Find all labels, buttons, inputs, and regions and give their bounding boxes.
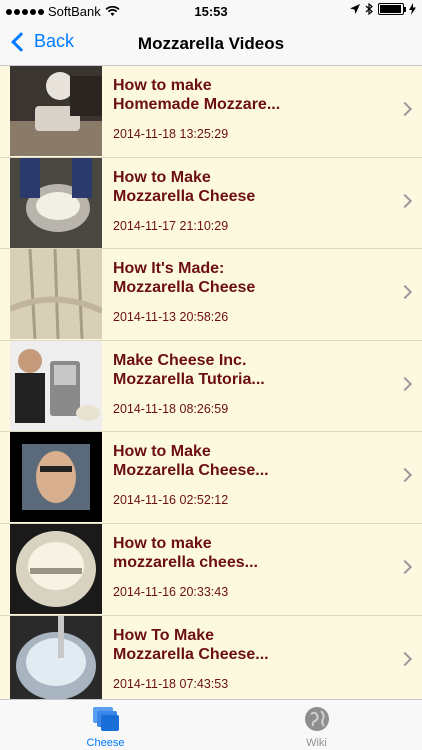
video-title: How To Make Mozzarella Cheese... [113, 626, 269, 663]
status-indicators [350, 3, 416, 15]
video-thumbnail [10, 615, 102, 699]
video-row[interactable]: How To Make Mozzarella Cheese... 2014-11… [0, 615, 422, 699]
video-thumbnail [10, 157, 102, 248]
page-title: Mozzarella Videos [137, 34, 285, 53]
video-title: How to Make Mozzarella Cheese... [113, 443, 269, 480]
video-date: 2014-11-18 08:26:59 [113, 401, 229, 416]
cheese-stack-icon [92, 707, 119, 731]
video-row[interactable]: How to Make Mozzarella Cheese... 2014-11… [0, 432, 422, 524]
tab-wiki-label: Wiki [306, 737, 327, 749]
video-row[interactable]: How to make mozzarella chees... 2014-11-… [0, 523, 422, 616]
globe-icon [304, 707, 329, 731]
video-title: Make Cheese Inc. Mozzarella Tutoria... [113, 351, 265, 388]
video-row[interactable]: How to Make Mozzarella Cheese 2014-11-17… [0, 157, 422, 250]
video-date: 2014-11-16 02:52:12 [113, 493, 229, 508]
video-date: 2014-11-13 20:58:26 [113, 310, 229, 325]
video-row[interactable]: Make Cheese Inc. Mozzarella Tutoria... 2… [0, 340, 422, 433]
video-row[interactable]: How to make Homemade Mozzare... 2014-11-… [0, 66, 422, 158]
tab-cheese[interactable]: Cheese [0, 700, 211, 750]
navigation-bar: Back Mozzarella Videos [0, 22, 422, 66]
location-arrow-icon [350, 4, 360, 14]
video-date: 2014-11-16 20:33:43 [113, 584, 229, 599]
video-title: How to Make Mozzarella Cheese [113, 168, 256, 205]
video-title: How to make mozzarella chees... [113, 534, 258, 571]
tab-bar: Cheese Wiki [0, 699, 422, 750]
video-title: How It's Made: Mozzarella Cheese [113, 260, 256, 297]
video-date: 2014-11-18 07:43:53 [113, 676, 229, 691]
video-title: How to make Homemade Mozzare... [113, 77, 281, 113]
battery-icon [378, 3, 406, 15]
video-date: 2014-11-17 21:10:29 [113, 218, 229, 233]
video-row[interactable]: How It's Made: Mozzarella Cheese 2014-11… [0, 249, 422, 341]
battery-level [380, 5, 401, 13]
tab-cheese-label: Cheese [86, 737, 125, 749]
video-thumbnail [10, 432, 102, 523]
video-date: 2014-11-18 13:25:29 [113, 127, 229, 141]
video-list: How to make Homemade Mozzare... 2014-11-… [0, 66, 422, 699]
video-thumbnail [10, 249, 102, 340]
video-thumbnail [10, 523, 102, 614]
charging-bolt-icon [409, 3, 416, 15]
video-thumbnail [10, 340, 102, 431]
video-thumbnail [10, 66, 102, 156]
status-bar: SoftBank 15:53 [0, 0, 422, 22]
tab-wiki[interactable]: Wiki [211, 700, 422, 750]
bluetooth-icon [365, 3, 373, 15]
